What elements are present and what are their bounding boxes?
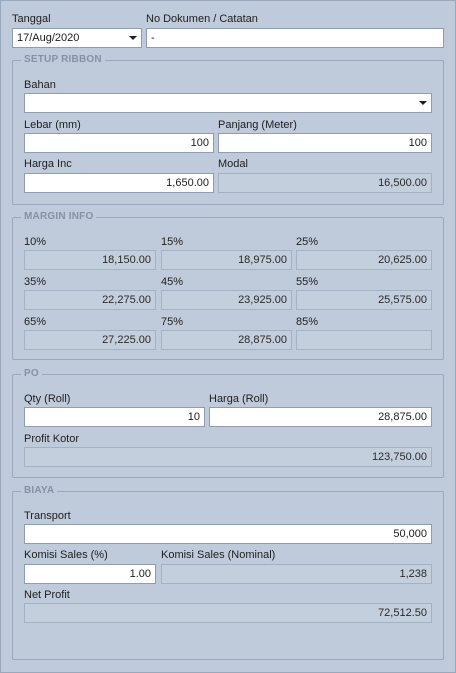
- window-border: [0, 0, 456, 673]
